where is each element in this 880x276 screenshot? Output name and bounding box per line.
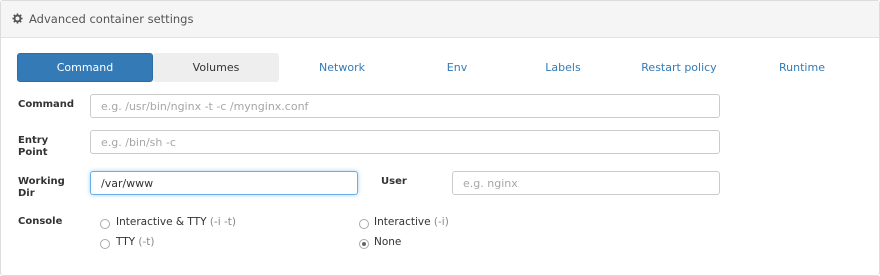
console-label: Console	[18, 216, 63, 227]
entry-point-label-line1: Entry	[18, 135, 49, 146]
working-dir-label: Working Dir	[18, 176, 65, 200]
radio-tty-text: TTY	[116, 236, 136, 248]
command-input[interactable]	[90, 94, 720, 118]
tab-volumes[interactable]: Volumes	[153, 53, 279, 82]
command-label: Command	[18, 99, 75, 110]
entry-point-label: Entry Point	[18, 135, 48, 159]
entry-point-label-line2: Point	[18, 147, 48, 158]
entry-point-input[interactable]	[90, 130, 720, 154]
radio-none[interactable]	[359, 239, 369, 249]
panel-title: Advanced container settings	[29, 12, 194, 26]
radio-interactive-tty[interactable]	[100, 219, 110, 229]
working-dir-label-line2: Dir	[18, 188, 35, 199]
radio-tty-label: TTY (-t)	[116, 236, 155, 248]
radio-interactive-hint: (-i)	[433, 216, 449, 228]
radio-interactive[interactable]	[359, 219, 369, 229]
user-label: User	[381, 176, 407, 187]
radio-interactive-tty-label: Interactive & TTY (-i -t)	[116, 216, 236, 228]
working-dir-label-line1: Working	[18, 176, 65, 187]
radio-tty[interactable]	[100, 239, 110, 249]
radio-interactive-tty-text: Interactive & TTY	[116, 216, 207, 228]
radio-interactive-tty-hint: (-i -t)	[209, 216, 236, 228]
tab-bar: Command Volumes Network Env Labels Resta…	[17, 53, 863, 83]
tab-network[interactable]: Network	[282, 53, 402, 82]
working-dir-input[interactable]	[90, 171, 358, 195]
tab-restart-policy[interactable]: Restart policy	[619, 53, 739, 82]
tab-command[interactable]: Command	[17, 53, 153, 82]
radio-tty-hint: (-t)	[138, 236, 155, 248]
user-input[interactable]	[452, 171, 720, 195]
tab-runtime[interactable]: Runtime	[742, 53, 862, 82]
gear-icon	[12, 13, 23, 24]
advanced-settings-panel: Advanced container settings Command Volu…	[0, 0, 880, 276]
panel-header: Advanced container settings	[1, 1, 879, 38]
radio-interactive-label: Interactive (-i)	[374, 216, 449, 228]
radio-interactive-text: Interactive	[374, 216, 431, 228]
tab-env[interactable]: Env	[397, 53, 517, 82]
radio-none-label: None	[374, 236, 401, 248]
tab-labels[interactable]: Labels	[503, 53, 623, 82]
radio-none-text: None	[374, 236, 402, 248]
